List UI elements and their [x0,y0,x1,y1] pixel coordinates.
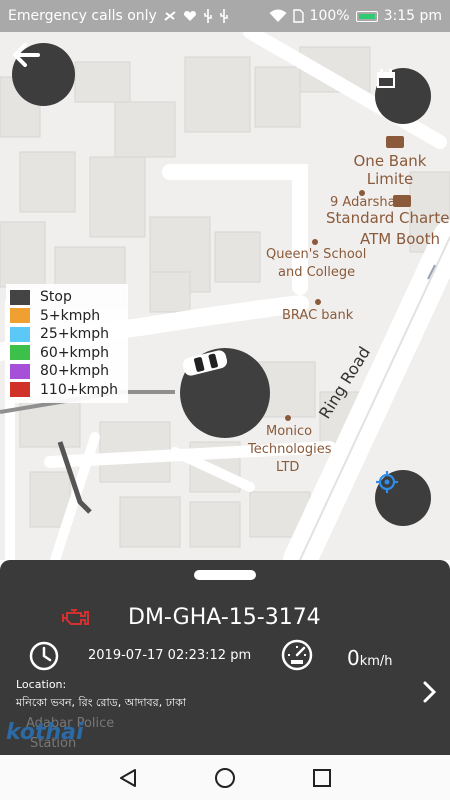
legend-swatch [10,326,30,342]
usb-debug-icon [220,9,228,23]
speedometer-icon [281,639,313,671]
legend-label: 80+kmph [40,363,110,380]
vehicle-plate: DM-GHA-15-3174 [128,605,321,630]
poi-technologies[interactable]: Technologies [248,441,332,459]
legend-row: 80+kmph [10,362,124,381]
usb-icon [204,9,212,23]
legend-label: Stop [40,289,72,306]
poi-monico[interactable]: Monico [266,423,312,441]
poi-ltd[interactable]: LTD [276,459,299,477]
legend-swatch [10,289,30,305]
vehicle-marker[interactable] [180,348,270,438]
legend-swatch [10,345,30,361]
speed-unit: km/h [359,654,393,669]
legend-swatch [10,382,30,398]
battery-percent: 100% [309,8,350,24]
panel-drag-handle[interactable] [194,570,256,580]
legend-label: 5+kmph [40,307,101,324]
legend-row: 110+kmph [10,381,124,400]
back-button[interactable] [12,43,75,106]
clock-time: 3:15 pm [383,8,442,24]
location-label: Location: [16,678,67,691]
vehicle-info-panel: DM-GHA-15-3174 2019-07-17 02:23:12 pm 0k… [0,560,450,755]
poi-and-college[interactable]: and College [278,264,355,282]
speed-readout: 0km/h [347,646,393,670]
poi-standard-charte[interactable]: Standard Charte [326,209,449,227]
legend-row: 60+kmph [10,344,124,363]
sim-icon [292,9,304,23]
legend-swatch [10,308,30,324]
legend-label: 25+kmph [40,326,110,343]
poi-one-bank[interactable]: One Bank Limite [330,152,450,188]
speed-legend: Stop 5+kmph 25+kmph 60+kmph 80+kmph 110+… [6,284,128,403]
home-nav-icon[interactable] [214,767,236,789]
chevron-right-icon[interactable] [422,680,438,704]
back-arrow-icon [13,43,40,67]
poi-atm-booth[interactable]: ATM Booth [360,230,440,248]
poi-brac-bank[interactable]: BRAC bank [282,307,353,325]
data-saver-icon [164,11,176,21]
legend-row: Stop [10,288,124,307]
calendar-icon [377,69,395,88]
engine-icon [62,609,89,625]
clock-icon [29,641,59,671]
speed-value: 0 [347,646,360,670]
locate-button[interactable] [375,470,431,526]
back-nav-icon[interactable] [117,767,139,789]
legend-label: 110+kmph [40,381,118,398]
last-update-datetime: 2019-07-17 02:23:12 pm [88,648,252,663]
health-icon [183,11,196,21]
recents-nav-icon[interactable] [311,767,333,789]
location-address: মনিকো ভবন, রিং রোড, আদাবর, ঢাকা [16,696,186,709]
status-bar: Emergency calls only 100% 3:15 pm [0,0,450,32]
system-nav-bar [0,755,450,800]
kothai-logo: kothai [6,720,84,745]
legend-row: 5+kmph [10,307,124,326]
carrier-text: Emergency calls only [8,8,157,24]
legend-row: 25+kmph [10,325,124,344]
legend-swatch [10,363,30,379]
poi-queens-school[interactable]: Queen's School [266,246,366,264]
battery-icon [355,10,378,22]
locate-icon [376,471,398,493]
legend-label: 60+kmph [40,344,110,361]
calendar-button[interactable] [375,68,431,124]
wifi-icon [269,9,287,22]
